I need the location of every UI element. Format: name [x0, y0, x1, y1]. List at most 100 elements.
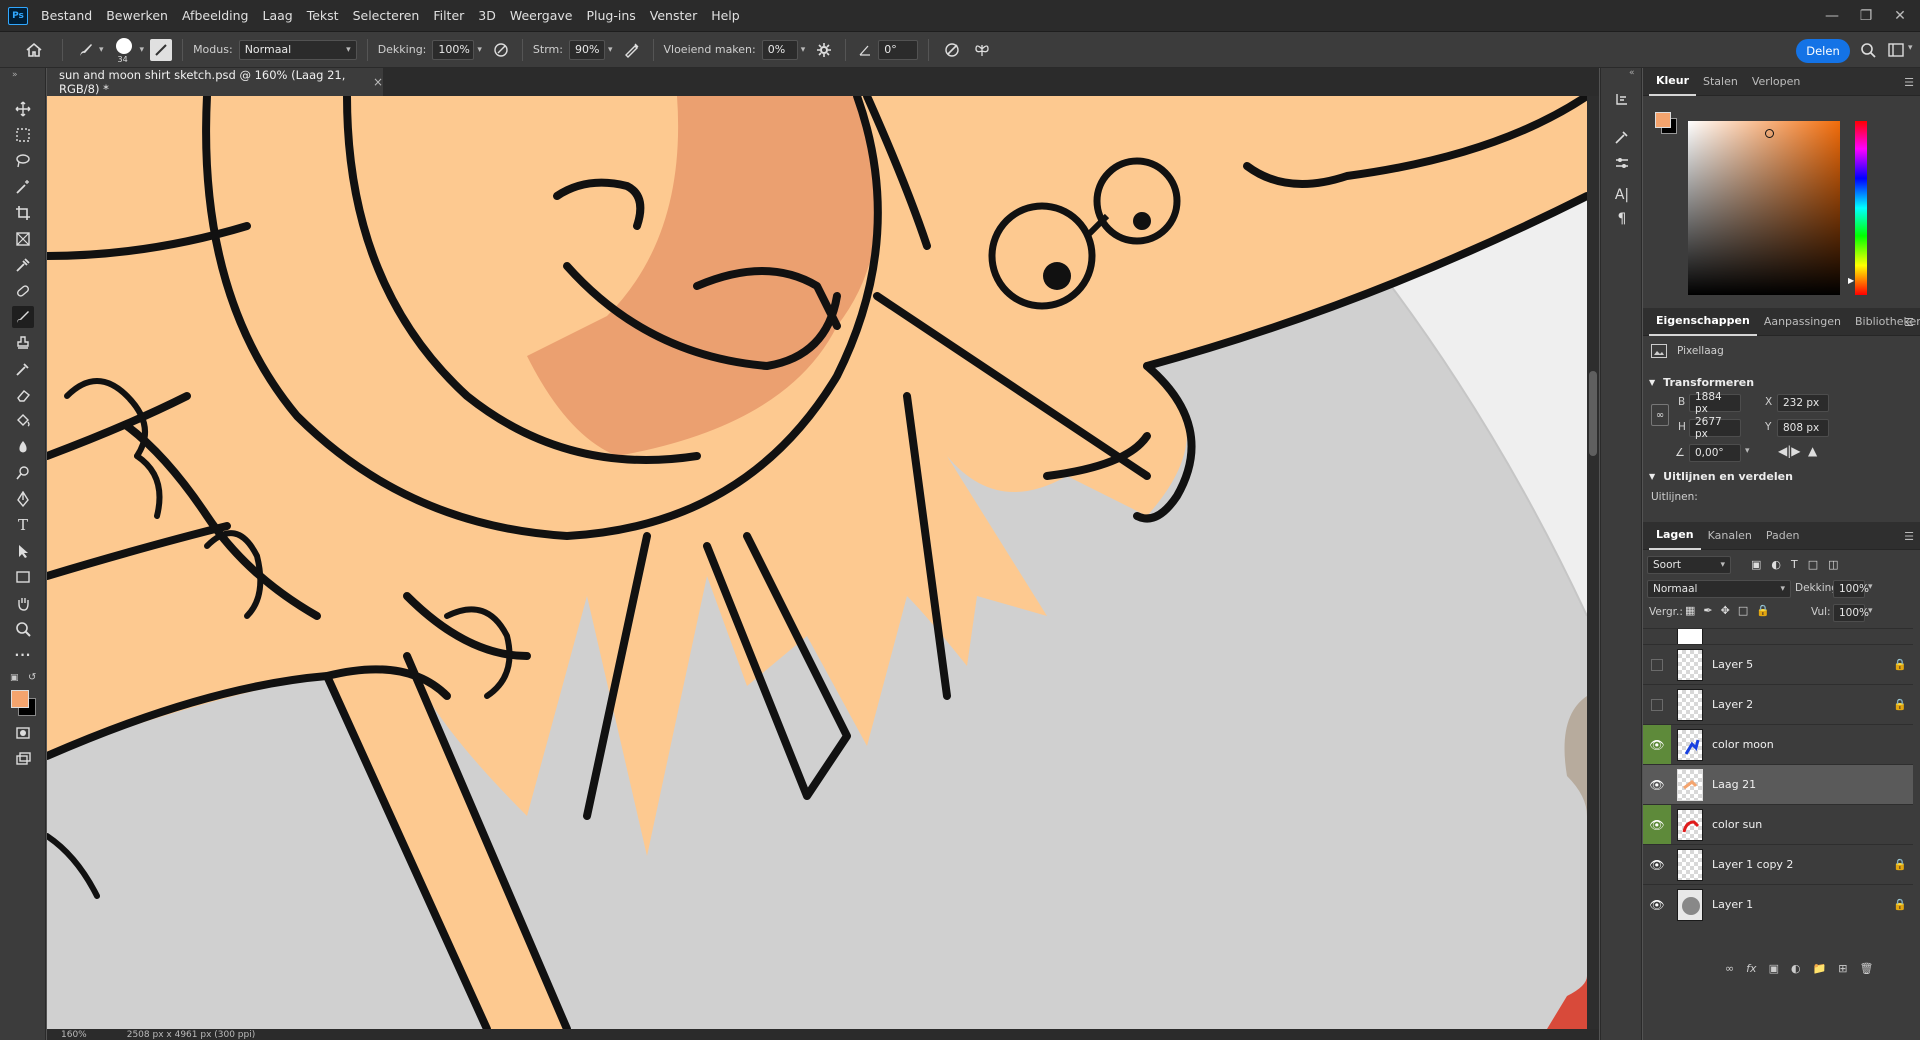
dodge-tool-icon[interactable] — [12, 462, 34, 484]
clone-stamp-tool-icon[interactable] — [12, 332, 34, 354]
lock-position-icon[interactable]: ✥ — [1721, 604, 1730, 617]
layer-name[interactable]: color sun — [1712, 818, 1887, 831]
close-icon[interactable]: ✕ — [1878, 0, 1920, 32]
tab-stalen[interactable]: Stalen — [1696, 68, 1745, 96]
workspace-icon[interactable] — [1885, 39, 1907, 61]
history-brush-tool-icon[interactable] — [12, 358, 34, 380]
layer-name[interactable]: Layer 5 — [1712, 658, 1887, 671]
menu-tekst[interactable]: Tekst — [300, 8, 346, 23]
share-button[interactable]: Delen — [1796, 39, 1850, 63]
mode-select[interactable]: Normaal ▾ — [238, 39, 357, 60]
scrollbar-thumb[interactable] — [1589, 371, 1597, 456]
menu-3d[interactable]: 3D — [471, 8, 503, 23]
lock-artboard-icon[interactable]: □ — [1738, 604, 1748, 617]
flow-input[interactable]: 90% — [568, 39, 605, 60]
frame-tool-icon[interactable] — [12, 228, 34, 250]
pressure-opacity-icon[interactable] — [490, 39, 512, 61]
filter-pixel-icon[interactable]: ▣ — [1751, 558, 1761, 571]
width-field[interactable]: 1884 px — [1689, 391, 1741, 415]
eyedropper-tool-icon[interactable] — [12, 254, 34, 276]
eraser-tool-icon[interactable] — [12, 384, 34, 406]
smoothing-input[interactable]: 0% — [761, 39, 798, 60]
screen-mode-icon[interactable] — [12, 748, 34, 770]
foreground-color-swatch[interactable] — [11, 690, 29, 708]
type-tool-icon[interactable]: T — [12, 514, 34, 536]
layer-visibility-toggle[interactable] — [1643, 645, 1671, 685]
tab-kanalen[interactable]: Kanalen — [1701, 522, 1759, 550]
eye-icon[interactable]: 👁 — [1643, 845, 1671, 885]
menu-afbeelding[interactable]: Afbeelding — [175, 8, 256, 23]
home-icon[interactable] — [16, 32, 52, 68]
brush-settings-panel-icon[interactable] — [150, 38, 173, 61]
menu-venster[interactable]: Venster — [643, 8, 704, 23]
filter-type-icon[interactable]: T — [1791, 558, 1798, 571]
layer-row[interactable]: 👁 color sun — [1643, 804, 1913, 845]
lock-transparent-icon[interactable]: ▦ — [1685, 604, 1695, 617]
layer-visibility-toggle[interactable] — [1643, 685, 1671, 725]
tab-kleur[interactable]: Kleur — [1649, 68, 1697, 96]
marquee-tool-icon[interactable] — [12, 124, 34, 146]
brush-settings-icon[interactable] — [1611, 126, 1633, 148]
menu-bestand[interactable]: Bestand — [34, 8, 99, 23]
chevron-down-icon[interactable]: ▾ — [1868, 606, 1873, 616]
layer-name[interactable]: Laag 21 — [1712, 778, 1887, 791]
canvas-vertical-scrollbar[interactable] — [1587, 96, 1599, 1029]
flip-vertical-icon[interactable]: ▲ — [1808, 444, 1817, 458]
height-field[interactable]: 2677 px — [1689, 416, 1741, 440]
hand-tool-icon[interactable] — [12, 592, 34, 614]
lock-all-icon[interactable]: 🔒 — [1756, 604, 1770, 617]
layer-row[interactable]: 👁 color moon — [1643, 724, 1913, 765]
chevron-down-icon[interactable]: ▾ — [801, 45, 806, 55]
chevron-down-icon[interactable]: ▾ — [1868, 582, 1873, 592]
path-selection-tool-icon[interactable] — [12, 540, 34, 562]
trash-icon[interactable]: 🗑 — [1860, 962, 1874, 975]
menu-weergave[interactable]: Weergave — [503, 8, 580, 23]
panel-menu-icon[interactable]: ☰ — [1904, 530, 1914, 543]
brush-tool-icon[interactable] — [12, 306, 34, 328]
opacity-input[interactable]: 100% — [432, 39, 475, 60]
brush-tool-preset-icon[interactable] — [73, 37, 99, 63]
layer-name[interactable]: Layer 1 — [1712, 898, 1887, 911]
layer-name[interactable]: Layer 1 copy 2 — [1712, 858, 1887, 871]
chevron-down-icon[interactable]: ▾ — [99, 45, 104, 55]
group-icon[interactable]: 📁 — [1813, 962, 1827, 975]
blend-mode-select[interactable]: Normaal ▾ — [1647, 580, 1791, 598]
fill-input[interactable]: 100% — [1833, 604, 1869, 622]
filter-adjustment-icon[interactable]: ◐ — [1771, 558, 1781, 571]
eye-icon[interactable]: 👁 — [1643, 765, 1671, 805]
character-panel-icon[interactable]: A| — [1611, 184, 1633, 206]
swap-colors-icon[interactable]: ↺ — [28, 672, 36, 683]
tab-lagen[interactable]: Lagen — [1649, 522, 1701, 550]
menu-selecteren[interactable]: Selecteren — [346, 8, 427, 23]
move-tool-icon[interactable] — [12, 98, 34, 120]
menu-bewerken[interactable]: Bewerken — [99, 8, 175, 23]
panel-menu-icon[interactable]: ☰ — [1904, 316, 1914, 329]
adjust-sliders-icon[interactable] — [1611, 152, 1633, 174]
hue-slider-marker-icon[interactable]: ▶ — [1848, 276, 1854, 285]
default-colors-icon[interactable]: ▣ — [10, 673, 19, 683]
menu-plugins[interactable]: Plug-ins — [579, 8, 642, 23]
angle-input[interactable]: 0° — [878, 39, 919, 60]
eye-icon[interactable]: 👁 — [1643, 885, 1671, 925]
blur-tool-icon[interactable] — [12, 436, 34, 458]
smoothing-options-gear-icon[interactable] — [813, 39, 835, 61]
layer-row[interactable]: 👁 Layer 1 🔒 — [1643, 884, 1913, 924]
eye-icon[interactable]: 👁 — [1643, 804, 1671, 845]
chevron-down-icon[interactable]: ▾ — [1745, 446, 1750, 456]
eye-icon[interactable]: 👁 — [1643, 724, 1671, 765]
quick-mask-icon[interactable] — [12, 722, 34, 744]
transform-section-header[interactable]: ▼ Transformeren — [1649, 376, 1754, 389]
color-field[interactable] — [1688, 121, 1840, 295]
tab-eigenschappen[interactable]: Eigenschappen — [1649, 308, 1757, 336]
chevron-down-icon[interactable]: ▾ — [1908, 43, 1913, 53]
zoom-level[interactable]: 160% — [61, 1030, 87, 1040]
collapse-arrows-icon[interactable]: » — [12, 70, 18, 80]
menu-help[interactable]: Help — [704, 8, 747, 23]
search-icon[interactable] — [1857, 39, 1879, 61]
y-field[interactable]: 808 px — [1777, 419, 1829, 437]
lock-paint-icon[interactable]: ✒ — [1703, 604, 1712, 617]
document-tab[interactable]: sun and moon shirt sketch.psd @ 160% (La… — [47, 68, 383, 96]
color-picker-ring[interactable] — [1765, 129, 1774, 138]
foreground-color-swatch[interactable] — [1655, 112, 1671, 128]
mask-icon[interactable]: ▣ — [1769, 962, 1779, 975]
